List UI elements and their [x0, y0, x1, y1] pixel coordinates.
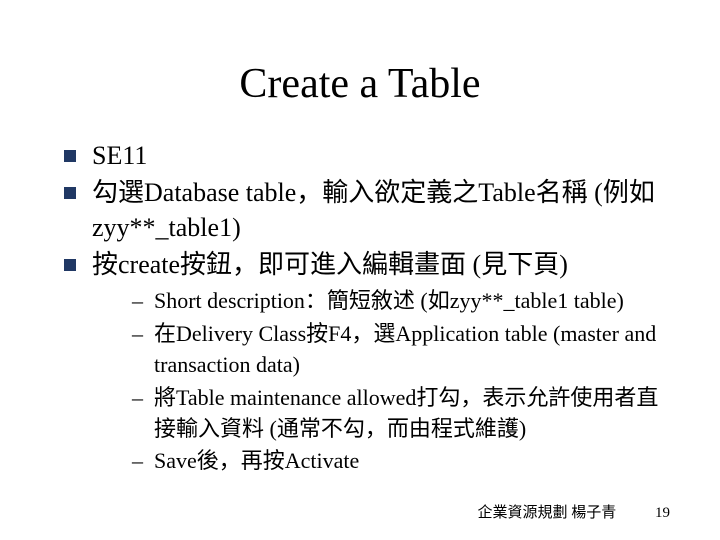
page-number: 19 [650, 505, 670, 522]
footer-credit: 企業資源規劃 楊子青 [477, 501, 616, 522]
sub-bullet-item: 將Table maintenance allowed打勾，表示允許使用者直接輸入… [132, 383, 670, 445]
bullet-item: 勾選Database table，輸入欲定義之Table名稱 (例如zyy**_… [60, 175, 670, 245]
slide: Create a Table SE11 勾選Database table，輸入欲… [0, 0, 720, 540]
sub-bullet-item: 在Delivery Class按F4，選Application table (m… [132, 319, 670, 381]
slide-title: Create a Table [50, 60, 670, 108]
sub-bullet-list: Short description：簡短敘述 (如zyy**_table1 ta… [132, 286, 670, 477]
footer: 企業資源規劃 楊子青 19 [0, 501, 720, 522]
sub-bullet-text: 將Table maintenance allowed打勾，表示允許使用者直接輸入… [154, 385, 658, 441]
bullet-item: 按create按鈕，即可進入編輯畫面 (見下頁) Short descripti… [60, 247, 670, 477]
bullet-text: 按create按鈕，即可進入編輯畫面 (見下頁) [92, 250, 568, 279]
sub-bullet-item: Short description：簡短敘述 (如zyy**_table1 ta… [132, 286, 670, 317]
bullet-text: 勾選Database table，輸入欲定義之Table名稱 (例如zyy**_… [92, 178, 655, 242]
main-bullet-list: SE11 勾選Database table，輸入欲定義之Table名稱 (例如z… [60, 138, 670, 477]
sub-bullet-text: Short description：簡短敘述 (如zyy**_table1 ta… [154, 288, 624, 313]
bullet-item: SE11 [60, 138, 670, 173]
bullet-text: SE11 [92, 141, 147, 170]
sub-bullet-item: Save後，再按Activate [132, 446, 670, 477]
sub-bullet-text: 在Delivery Class按F4，選Application table (m… [154, 321, 656, 377]
sub-bullet-text: Save後，再按Activate [154, 448, 359, 473]
